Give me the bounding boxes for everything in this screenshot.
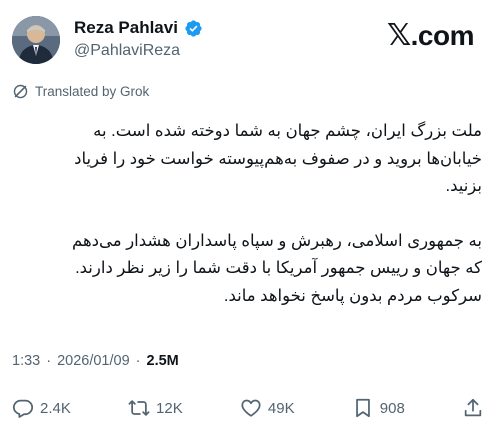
tweet-line: که جهان و رییس جمهور آمریکا با دقت شما ر… xyxy=(75,259,482,277)
tweet-line: به جمهوری اسلامی، رهبرش و سپاه پاسداران … xyxy=(72,231,482,250)
author-display-name[interactable]: Reza Pahlavi xyxy=(74,18,178,38)
share-button[interactable] xyxy=(462,397,484,419)
tweet-date[interactable]: 2026/01/09 xyxy=(57,353,130,369)
reply-icon xyxy=(12,399,34,418)
verified-badge-icon xyxy=(185,19,202,37)
like-button[interactable]: 49K xyxy=(240,397,295,419)
views-count[interactable]: 2.5M xyxy=(147,353,179,369)
author-name-row[interactable]: Reza Pahlavi xyxy=(74,17,203,39)
author-handle[interactable]: @PahlaviReza xyxy=(74,42,203,60)
bookmark-icon xyxy=(355,398,370,418)
author-block: Reza Pahlavi @PahlaviReza xyxy=(74,17,203,60)
x-logo: 𝕏 .com xyxy=(386,18,475,53)
tweet-time[interactable]: 1:33 xyxy=(12,353,40,369)
reply-button[interactable]: 2.4K xyxy=(12,397,71,419)
tweet-line: بزنید. xyxy=(445,177,482,195)
repost-count: 12K xyxy=(156,399,183,417)
repost-icon xyxy=(128,400,150,416)
tweet-meta: 1:33 · 2026/01/09 · 2.5M xyxy=(12,353,179,369)
reply-count: 2.4K xyxy=(40,399,71,417)
x-logo-icon: 𝕏 xyxy=(386,19,411,52)
bookmark-button[interactable]: 908 xyxy=(352,397,405,419)
tweet-line: سرکوب مردم بدون پاسخ نخواهد ماند. xyxy=(223,286,482,305)
grok-icon xyxy=(13,84,28,99)
share-icon xyxy=(464,398,482,417)
translation-notice[interactable]: Translated by Grok xyxy=(12,83,149,100)
repost-button[interactable]: 12K xyxy=(128,397,183,419)
meta-separator: · xyxy=(135,353,141,369)
x-logo-suffix: .com xyxy=(410,19,475,51)
like-count: 49K xyxy=(267,399,295,417)
heart-icon xyxy=(241,399,261,417)
avatar[interactable] xyxy=(12,16,60,64)
action-bar: 2.4K 12K 49K 908 xyxy=(12,392,488,424)
tweet-line: ملت بزرگ ایران، چشم جهان به شما دوخته شد… xyxy=(93,122,482,140)
tweet-header: Reza Pahlavi @PahlaviReza 𝕏 .com xyxy=(12,12,488,68)
translation-label: Translated by Grok xyxy=(35,84,150,99)
tweet-text: ملت بزرگ ایران، چشم جهان به شما دوخته شد… xyxy=(20,118,482,310)
bookmark-count: 908 xyxy=(379,399,405,417)
tweet-line: خیابان‌ها بروید و در صفوف به‌هم‌پیوسته خ… xyxy=(74,149,482,168)
meta-separator: · xyxy=(46,353,52,369)
avatar-image xyxy=(12,16,60,64)
